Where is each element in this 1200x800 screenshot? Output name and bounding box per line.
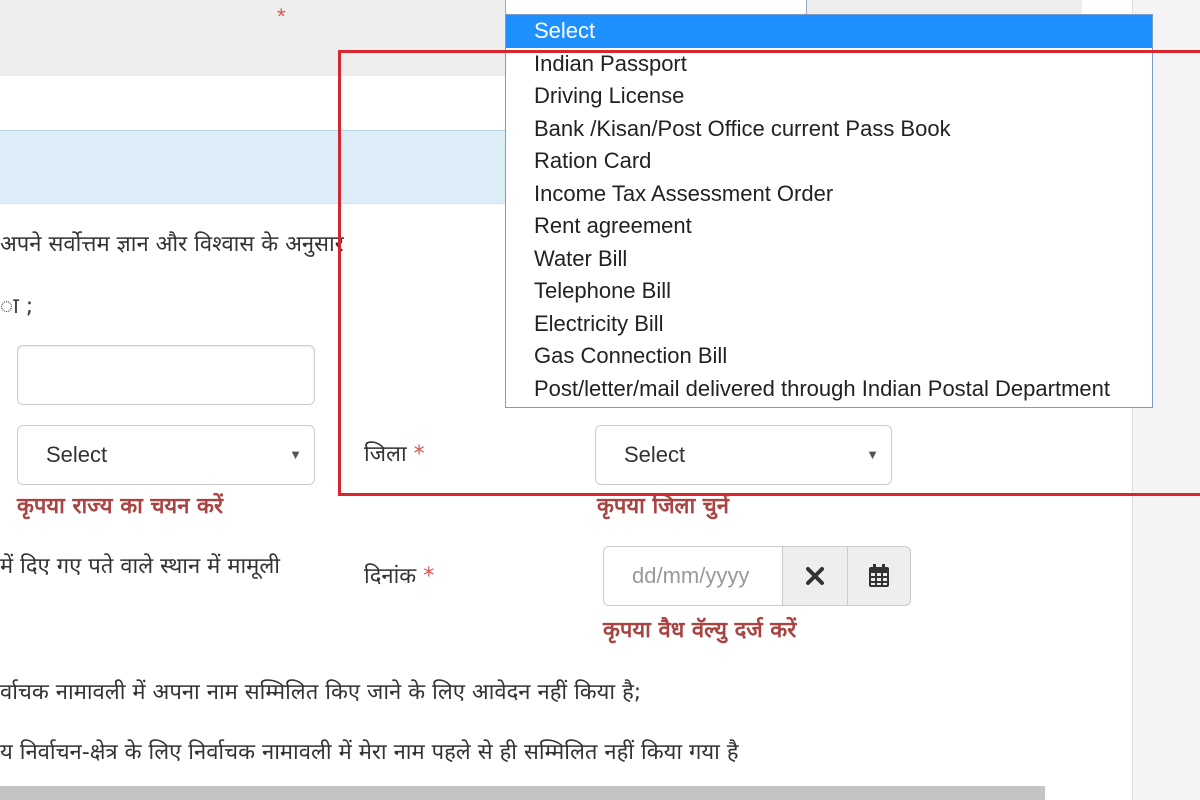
document-type-dropdown-list[interactable]: Select Indian Passport Driving License Bank… [505,14,1153,408]
dropdown-option[interactable]: Select [506,15,1152,48]
dropdown-option[interactable]: Bank /Kisan/Post Office current Pass Boo… [506,113,1152,146]
dropdown-option[interactable]: Telephone Bill [506,275,1152,308]
state-error-message: कृपया राज्य का चयन करें [17,494,223,519]
dropdown-option[interactable]: Indian Passport [506,48,1152,81]
dropdown-option[interactable]: Post/letter/mail delivered through India… [506,373,1152,406]
dropdown-option[interactable]: Driving License [506,80,1152,113]
dropdown-option[interactable]: Water Bill [506,243,1152,276]
calendar-button[interactable] [847,546,911,606]
date-error-message: कृपया वैध वॅल्यु दर्ज करें [603,618,797,643]
declaration-text-1: अपने सर्वोत्तम ज्ञान और विश्वास के अनुसा… [0,232,344,257]
dropdown-option[interactable]: Income Tax Assessment Order [506,178,1152,211]
district-label: जिला * [364,438,425,468]
address-text-input[interactable] [17,345,315,405]
declaration-text-3: में दिए गए पते वाले स्थान में मामूली [0,554,280,579]
dropdown-option[interactable]: Electricity Bill [506,308,1152,341]
horizontal-scrollbar[interactable] [0,786,1045,800]
clear-date-button[interactable] [782,546,848,606]
dropdown-arrow-icon: ▼ [289,447,302,462]
required-marker: * [413,442,425,467]
declaration-text-4: र्वाचक नामावली में अपना नाम सम्मिलित किए… [0,680,642,705]
dropdown-arrow-icon: ▼ [866,447,879,462]
dropdown-option[interactable]: Rent agreement [506,210,1152,243]
district-label-text: जिला [364,442,407,467]
state-select[interactable]: Select ▼ [17,425,315,485]
dropdown-option[interactable]: Gas Connection Bill [506,340,1152,373]
state-select-value: Select [46,442,108,467]
date-label-text: दिनांक [364,564,417,589]
date-label: दिनांक * [364,560,434,590]
dropdown-option[interactable]: Ration Card [506,145,1152,178]
required-marker: * [277,4,286,29]
district-select-value: Select [624,442,686,467]
district-select[interactable]: Select ▼ [595,425,892,485]
declaration-text-5: य निर्वाचन-क्षेत्र के लिए निर्वाचक नामाव… [0,740,739,765]
required-marker: * [423,564,435,589]
district-error-message: कृपया जिला चुनें [597,494,729,519]
declaration-text-2: ा ; [0,294,34,319]
close-icon [806,567,824,585]
date-input[interactable]: dd/mm/yyyy [603,546,783,606]
calendar-icon [869,564,889,587]
